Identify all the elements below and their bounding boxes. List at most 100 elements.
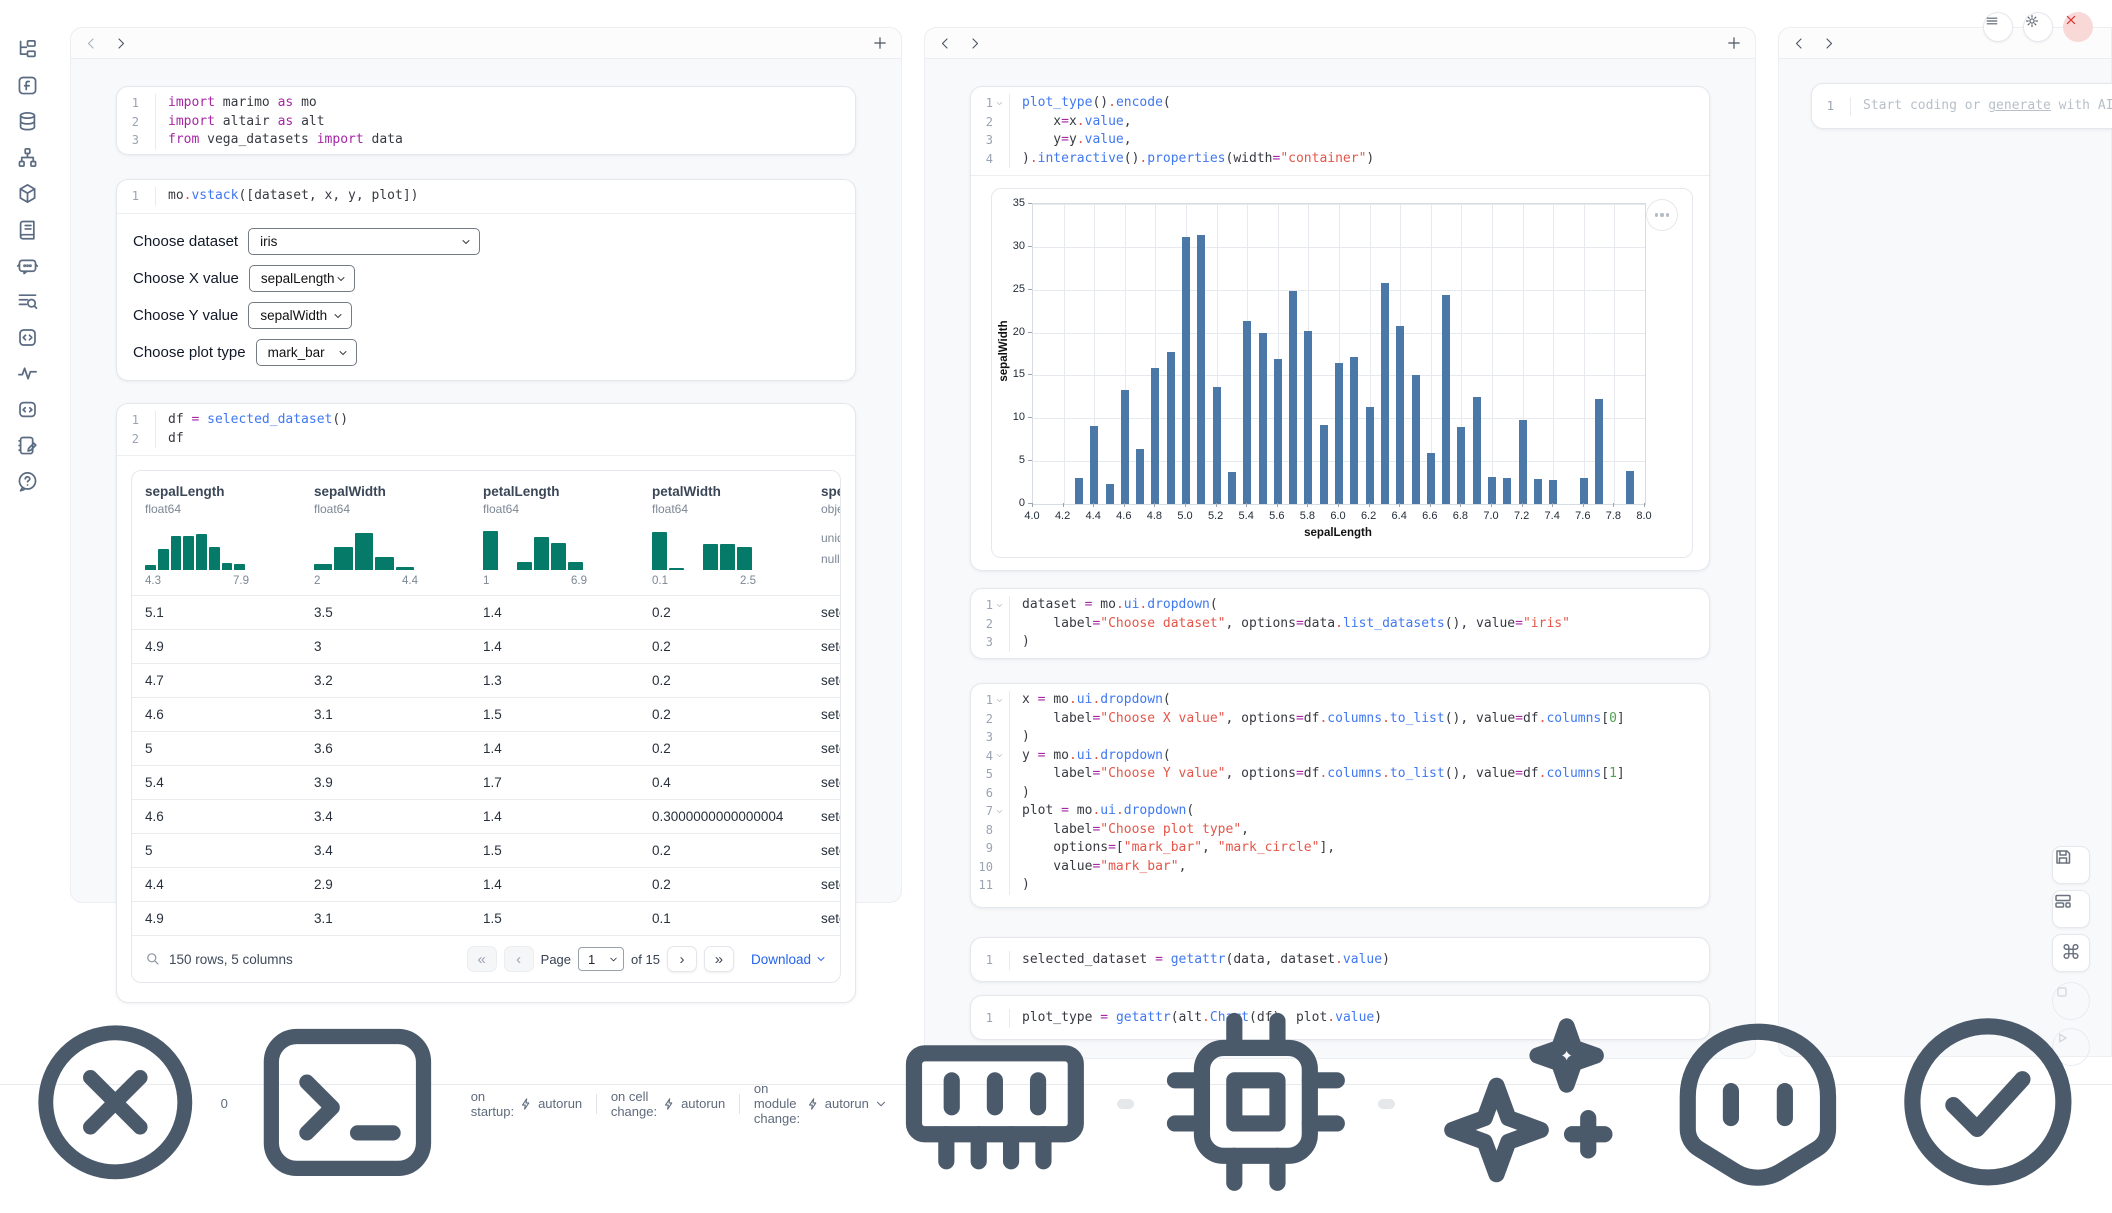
chart-bar xyxy=(1519,420,1527,504)
column-next-icon[interactable] xyxy=(1821,36,1836,51)
keyboard-shortcuts-button[interactable]: ⌘ xyxy=(2052,934,2090,972)
settings-button[interactable] xyxy=(2023,12,2053,42)
cell-selected-dataset[interactable]: 1selected_dataset = getattr(data, datase… xyxy=(970,937,1710,982)
scratchpad-icon[interactable] xyxy=(16,434,39,457)
table-cell: 1.4 xyxy=(470,639,639,654)
code-line: 10 value="mark_bar", xyxy=(971,858,1709,877)
chart-bar xyxy=(1259,333,1267,504)
y-axis-title: sepalWidth xyxy=(998,211,1010,491)
line-number: 3 xyxy=(986,131,993,150)
plot-type-select[interactable]: mark_bar xyxy=(256,339,357,366)
column-header-petalLength[interactable]: petalLengthfloat6416.9 xyxy=(470,484,639,587)
prev-page-button[interactable]: ‹ xyxy=(504,946,534,972)
chart-bar xyxy=(1534,479,1542,504)
column-prev-icon[interactable] xyxy=(938,36,953,51)
fold-toggle-icon[interactable] xyxy=(995,807,1004,816)
y-value-select[interactable]: sepalWidth xyxy=(248,302,352,329)
cell-vstack[interactable]: 1mo.vstack([dataset, x, y, plot])Choose … xyxy=(116,179,856,381)
layout-button[interactable] xyxy=(2052,890,2090,928)
altair-chart[interactable]: 051015202530354.04.24.44.64.85.05.25.45.… xyxy=(991,188,1693,558)
close-panel-button[interactable] xyxy=(2063,12,2093,42)
column-prev-icon[interactable] xyxy=(1792,36,1807,51)
run-mode-2[interactable]: on cell change:autorun xyxy=(611,1089,725,1119)
column-prev-icon[interactable] xyxy=(84,36,99,51)
line-number: 11 xyxy=(979,876,993,895)
table-row[interactable]: 4.931.40.2setosa xyxy=(132,629,840,663)
x-value-select[interactable]: sepalLength xyxy=(249,265,355,292)
table-footer: 150 rows, 5 columns«‹Page1of 15›»Downloa… xyxy=(132,935,840,982)
logs-icon[interactable] xyxy=(16,290,39,313)
column-header-sepalLength[interactable]: sepalLengthfloat644.37.9 xyxy=(132,484,301,587)
generate-with-ai-link[interactable]: generate xyxy=(1988,98,2051,113)
bolt-icon xyxy=(519,1097,533,1111)
snippets-icon[interactable] xyxy=(16,326,39,349)
table-row[interactable]: 4.42.91.40.2setosa xyxy=(132,867,840,901)
fold-toggle-icon[interactable] xyxy=(995,601,1004,610)
chart-bar xyxy=(1197,235,1205,504)
table-row[interactable]: 4.63.11.50.2setosa xyxy=(132,697,840,731)
table-row[interactable]: 4.73.21.30.2setosa xyxy=(132,663,840,697)
dataset-select[interactable]: iris xyxy=(248,228,480,255)
first-page-button[interactable]: « xyxy=(467,946,497,972)
table-row[interactable]: 5.43.91.70.4setosa xyxy=(132,765,840,799)
page-select[interactable]: 1 xyxy=(578,947,624,971)
save-button[interactable] xyxy=(2052,846,2090,884)
packages-icon[interactable] xyxy=(16,182,39,205)
cell-xy-plot-dropdowns[interactable]: 1x = mo.ui.dropdown(2 label="Choose X va… xyxy=(970,683,1710,908)
chat-icon[interactable] xyxy=(16,254,39,277)
copilot-icon[interactable] xyxy=(1650,994,1866,1213)
download-button[interactable]: Download xyxy=(751,952,827,967)
file-explorer-icon[interactable] xyxy=(16,38,39,61)
chart-actions-button[interactable] xyxy=(1646,199,1678,231)
fold-toggle-icon[interactable] xyxy=(995,751,1004,760)
column-header-sepalWidth[interactable]: sepalWidthfloat6424.4 xyxy=(301,484,470,587)
run-mode-1[interactable]: on startup:autorun xyxy=(471,1089,582,1119)
table-row[interactable]: 53.41.50.2setosa xyxy=(132,833,840,867)
datasources-icon[interactable] xyxy=(16,110,39,133)
tracing-icon[interactable] xyxy=(16,362,39,385)
cell-imports[interactable]: 1import marimo as mo2import altair as al… xyxy=(116,86,856,155)
chart-bar xyxy=(1075,478,1083,504)
column-next-icon[interactable] xyxy=(967,36,982,51)
fold-toggle-icon[interactable] xyxy=(995,696,1004,705)
cell-dataframe[interactable]: 1df = selected_dataset()2dfsepalLengthfl… xyxy=(116,403,856,1003)
outputs-icon[interactable] xyxy=(16,398,39,421)
table-row[interactable]: 4.93.11.50.1setosa xyxy=(132,901,840,935)
dropdown-label: Choose plot type xyxy=(133,344,246,361)
last-page-button[interactable]: » xyxy=(704,946,734,972)
cell-plot[interactable]: 1plot_type().encode(2 x=x.value,3 y=y.va… xyxy=(970,86,1710,571)
error-indicator[interactable]: 0 xyxy=(16,1003,228,1205)
help-icon[interactable] xyxy=(16,470,39,493)
chart-bar xyxy=(1213,387,1221,504)
chart-bar xyxy=(1549,480,1557,504)
chevron-down-icon xyxy=(608,954,619,965)
variables-icon[interactable] xyxy=(16,74,39,97)
terminal-button[interactable] xyxy=(246,1001,449,1207)
add-cell-icon[interactable] xyxy=(872,35,888,51)
code-line: 9 options=["mark_bar", "mark_circle"], xyxy=(971,839,1709,858)
table-row[interactable]: 53.61.40.2setosa xyxy=(132,731,840,765)
plot-type-select-row: Choose plot type mark_bar xyxy=(133,339,839,366)
connection-status-icon[interactable] xyxy=(1880,994,2096,1213)
table-row[interactable]: 4.63.41.40.3000000000000004setosa xyxy=(132,799,840,833)
search-icon[interactable] xyxy=(145,951,161,967)
chart-bar xyxy=(1243,321,1251,504)
menu-button[interactable] xyxy=(1983,12,2013,42)
documentation-icon[interactable] xyxy=(16,218,39,241)
table-cell: 4.9 xyxy=(132,639,301,654)
cell-dataset-dropdown[interactable]: 1dataset = mo.ui.dropdown(2 label="Choos… xyxy=(970,588,1710,659)
column-next-icon[interactable] xyxy=(113,36,128,51)
run-mode-3[interactable]: on module change:autorun xyxy=(754,1081,887,1126)
table-row[interactable]: 5.13.51.40.2setosa xyxy=(132,595,840,629)
cell-scratch-empty[interactable]: 1 Start coding or generate with AI xyxy=(1811,83,2112,129)
table-cell: setosa xyxy=(808,775,841,790)
dependency-graph-icon[interactable] xyxy=(16,146,39,169)
column-header-species[interactable]: speciesobjectunique:nulls: xyxy=(808,484,841,587)
fold-toggle-icon[interactable] xyxy=(995,99,1004,108)
ram-icon xyxy=(887,994,1103,1213)
next-page-button[interactable]: › xyxy=(667,946,697,972)
dataframe-table: sepalLengthfloat644.37.9sepalWidthfloat6… xyxy=(131,470,841,983)
ai-sparkle-icon[interactable] xyxy=(1421,994,1637,1213)
column-header-petalWidth[interactable]: petalWidthfloat640.12.5 xyxy=(639,484,808,587)
add-cell-icon[interactable] xyxy=(1726,35,1742,51)
